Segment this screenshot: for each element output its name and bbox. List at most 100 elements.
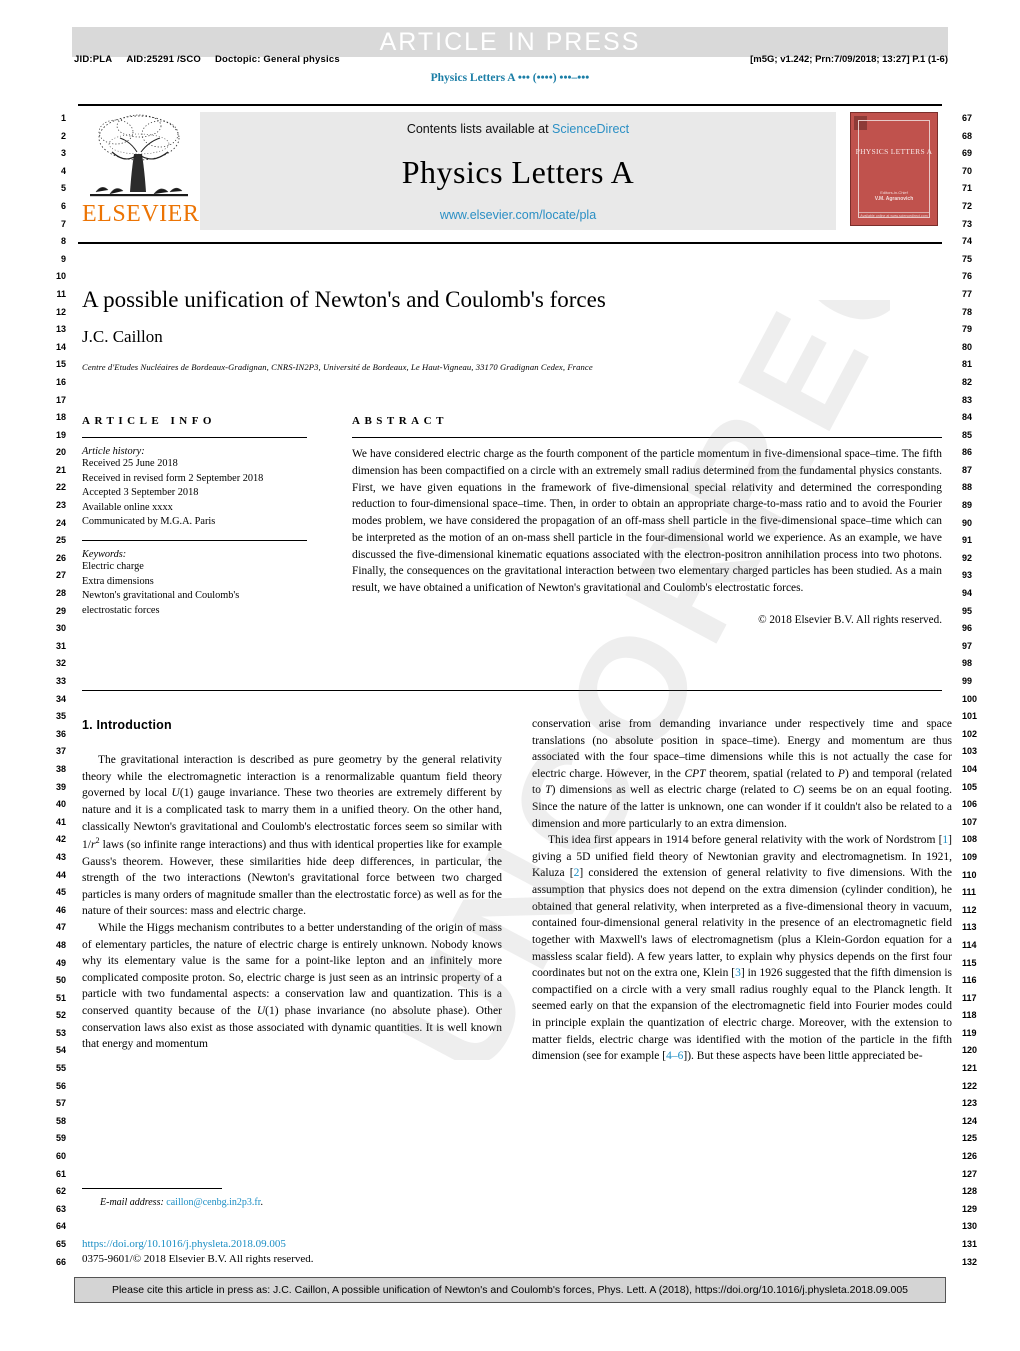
line-number: 27 [55, 570, 66, 581]
sciencedirect-panel: Contents lists available at ScienceDirec… [200, 112, 836, 230]
line-number: 41 [55, 816, 66, 827]
line-number: 103 [962, 746, 978, 757]
email-footnote: E-mail address: caillon@cenbg.in2p3.fr. [82, 1197, 502, 1208]
line-number: 96 [962, 623, 973, 634]
line-number: 130 [962, 1221, 978, 1232]
line-number: 106 [962, 799, 978, 810]
line-number: 129 [962, 1203, 978, 1214]
line-number: 107 [962, 816, 978, 827]
line-number: 42 [55, 834, 66, 845]
line-number: 124 [962, 1115, 978, 1126]
keyword-item: Electric charge [82, 561, 144, 573]
line-number: 38 [55, 763, 66, 774]
line-number: 109 [962, 851, 978, 862]
line-number: 73 [962, 218, 973, 229]
paragraph-text: ] in 1926 suggested that the fifth dimen… [532, 967, 952, 1063]
line-number: 20 [55, 447, 66, 458]
line-number: 44 [55, 869, 66, 880]
line-number: 83 [962, 394, 973, 405]
line-number: 75 [962, 253, 973, 264]
line-number: 76 [962, 271, 973, 282]
history-item: Communicated by M.G.A. Paris [82, 516, 216, 528]
email-period: . [260, 1197, 263, 1208]
line-number: 50 [55, 975, 66, 986]
page-title: A possible unification of Newton's and C… [82, 287, 606, 312]
line-number: 102 [962, 728, 978, 739]
running-head-left: JID:PLA AID:25291 /SCO Doctopic: General p… [74, 54, 354, 65]
line-number: 53 [55, 1027, 66, 1038]
line-number: 54 [55, 1045, 66, 1056]
line-number: 33 [55, 676, 66, 686]
paragraph-text: While the Higgs mechanism contributes to… [82, 921, 502, 1018]
line-number: 132 [962, 1256, 978, 1267]
paragraph-text: ) dimensions as well as electric charge … [551, 784, 793, 797]
line-number: 49 [55, 957, 66, 968]
citation-link[interactable]: 4–6 [666, 1050, 683, 1062]
line-number: 84 [962, 412, 973, 423]
cover-base-text: Available online at www.sciencedirect.co… [860, 214, 928, 218]
line-number: 97 [962, 640, 973, 651]
line-number: 46 [55, 904, 66, 915]
line-number: 51 [55, 992, 66, 1003]
line-number: 122 [962, 1080, 978, 1091]
line-number: 78 [962, 306, 973, 317]
footnote-block: E-mail address: caillon@cenbg.in2p3.fr. [82, 1188, 502, 1208]
line-number: 104 [962, 763, 978, 774]
sciencedirect-link[interactable]: ScienceDirect [552, 122, 629, 136]
line-numbers-left: 1 2 3 4 5 6 7 8 9 10 11 12 13 14 15 16 17 18 19 20 21 22 23 24 2… [36, 110, 66, 1271]
cover-editor-name: V.M. Agranovich [874, 195, 914, 202]
history-item: Received 25 June 2018 [82, 458, 178, 469]
info-rule-top [82, 437, 307, 438]
line-number: 110 [962, 869, 977, 880]
line-number: 12 [55, 306, 66, 317]
issn-copyright-line: 0375-9601/© 2018 Elsevier B.V. All right… [82, 1253, 314, 1265]
elsevier-logo: ELSEVIER [78, 112, 200, 230]
email-link[interactable]: caillon@cenbg.in2p3.fr [166, 1197, 260, 1208]
line-number: 13 [55, 324, 66, 335]
journal-homepage-link[interactable]: www.elsevier.com/locate/pla [440, 208, 596, 222]
line-number: 4 [60, 165, 66, 176]
paragraph-text: This idea first appears in 1914 before g… [548, 834, 943, 847]
line-number: 126 [962, 1151, 978, 1162]
line-number: 65 [55, 1239, 66, 1249]
doi-link[interactable]: https://doi.org/10.1016/j.physleta.2018.… [82, 1238, 286, 1250]
line-number: 92 [962, 552, 973, 563]
line-number: 108 [962, 834, 978, 845]
line-number: 32 [55, 658, 66, 669]
history-item: Available online xxxx [82, 501, 173, 513]
line-number: 48 [55, 939, 66, 950]
jid-label: JID:PLA [74, 54, 113, 65]
math-symbol: U [256, 1005, 266, 1018]
paragraph-text: laws (so infinite range interactions) an… [82, 838, 502, 918]
line-number: 85 [962, 429, 973, 440]
line-number: 1 [60, 113, 66, 123]
line-number: 47 [55, 922, 66, 933]
line-number: 67 [962, 113, 973, 123]
keywords-label: Keywords: [82, 549, 127, 561]
line-number: 37 [55, 746, 66, 757]
abstract-text: We have considered electric charge as th… [352, 448, 942, 595]
section-heading-introduction: 1. Introduction [82, 718, 172, 732]
cover-inner-frame [858, 120, 930, 218]
body-top-rule [82, 690, 942, 691]
line-number: 34 [55, 693, 66, 704]
line-number: 116 [962, 975, 977, 986]
paragraph-text: ] considered the extension of general re… [532, 867, 952, 980]
line-number: 119 [962, 1027, 977, 1038]
cover-editor-label: Editors-in-Chief [880, 189, 908, 195]
article-info-section: ARTICLE INFO Article history: Received 2… [82, 415, 307, 618]
line-number: 52 [55, 1010, 66, 1021]
author-name: J.C. Caillon [82, 327, 163, 346]
line-number: 60 [55, 1151, 66, 1162]
line-number: 64 [55, 1221, 66, 1232]
line-number: 40 [55, 799, 66, 810]
line-number: 6 [60, 200, 66, 211]
line-number: 36 [55, 728, 66, 739]
line-number: 128 [962, 1186, 978, 1197]
line-number: 131 [962, 1239, 978, 1249]
line-number: 70 [962, 165, 973, 176]
typesetter-stamp: [m5G; v1.242; Prn:7/09/2018; 13:27] P.1 … [750, 54, 948, 65]
line-number: 58 [55, 1115, 66, 1126]
article-info-heading: ARTICLE INFO [82, 415, 216, 427]
line-number: 100 [962, 693, 978, 704]
